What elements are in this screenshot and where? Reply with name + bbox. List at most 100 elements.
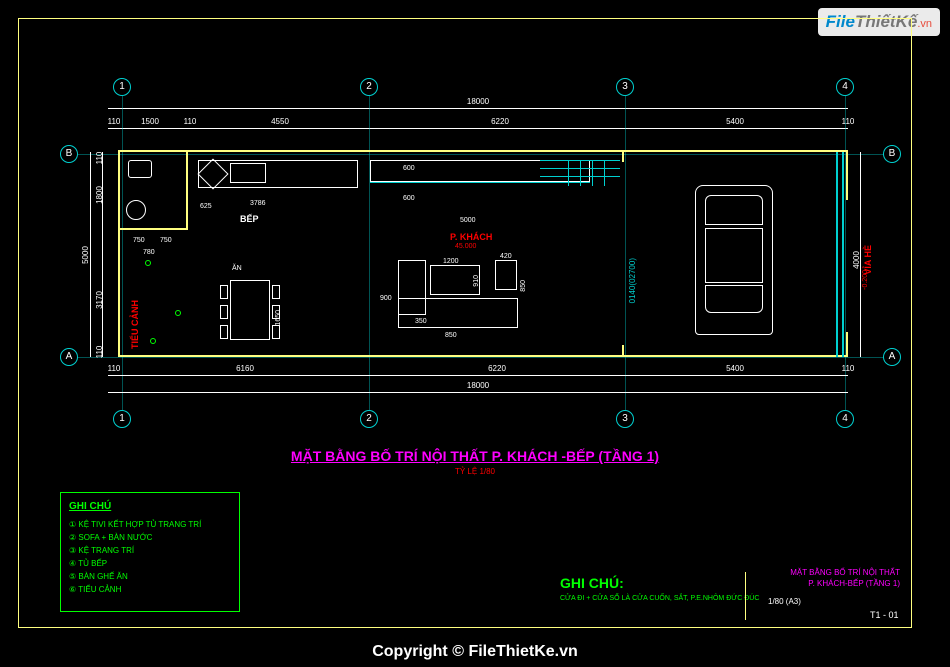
drawing-subtitle: TỶ LỆ 1/80 — [455, 467, 495, 476]
legend-box: GHI CHÚ ① KỆ TIVI KẾT HỢP TỦ TRANG TRÍ ②… — [60, 492, 240, 612]
grid-row-a-left: A — [60, 348, 78, 366]
dim-850a: 850 — [520, 280, 527, 292]
grid-col-1-top: 1 — [113, 78, 131, 96]
dim-910: 910 — [473, 275, 480, 287]
notes-title: GHI CHÚ: — [560, 575, 624, 591]
dim-line-left — [90, 152, 91, 357]
grid-col-3-top: 3 — [616, 78, 634, 96]
wall-col3-top — [622, 150, 624, 162]
dim-350: 350 — [415, 318, 427, 325]
dim-750b: 750 — [160, 237, 172, 244]
label-an: ĂN — [232, 265, 242, 272]
dim-l-110b: 110 — [95, 346, 104, 359]
legend-item-5: ⑤ BÀN GHẾ ĂN — [69, 572, 231, 581]
dim-b-5400: 5400 — [726, 364, 744, 373]
legend-item-1: ① KỆ TIVI KẾT HỢP TỦ TRANG TRÍ — [69, 520, 231, 529]
dim-1200: 1200 — [443, 258, 459, 265]
label-khach-sub: 45.000 — [455, 243, 476, 250]
wall-partition-h — [118, 228, 188, 230]
grid-vline-3 — [625, 96, 626, 410]
dim-600b: 600 — [403, 165, 415, 172]
titleblock-line2: P. KHÁCH-BẾP (TẦNG 1) — [760, 579, 900, 588]
grid-col-4-bot: 4 — [836, 410, 854, 428]
kitchen-sink — [230, 163, 266, 183]
label-bep: BẾP — [240, 214, 259, 224]
label-khach: P. KHÁCH — [450, 232, 492, 242]
dim-750a: 750 — [133, 237, 145, 244]
dim-t-offset: 110 — [108, 117, 121, 126]
dim-total-top: 18000 — [467, 97, 489, 106]
dim-420: 420 — [500, 253, 512, 260]
dim-b-110a: 110 — [108, 364, 121, 373]
dim-b-6220: 6220 — [488, 364, 506, 373]
legend-item-6: ⑥ TIỂU CẢNH — [69, 585, 231, 594]
dim-line-top-segments — [108, 128, 848, 129]
grid-col-1-bot: 1 — [113, 410, 131, 428]
dim-0140: 0140(02700) — [628, 258, 637, 303]
notes-text: CỬA ĐI + CỬA SỔ LÀ CỬA CUỐN, SẮT, P.E.NH… — [560, 595, 759, 602]
grid-row-b-left: B — [60, 145, 78, 163]
dim-l-3170: 3170 — [95, 291, 104, 309]
stair-v1 — [568, 160, 569, 186]
stair-v3 — [592, 160, 593, 186]
grid-row-a-right: A — [883, 348, 901, 366]
grid-hline-a — [78, 357, 884, 358]
dim-5000: 5000 — [460, 217, 476, 224]
titleblock-scale: 1/80 (A3) — [768, 597, 801, 606]
wall-left — [118, 150, 120, 357]
grid-vline-4 — [845, 96, 846, 410]
dim-b-110c: 110 — [842, 364, 855, 373]
chair-3 — [220, 325, 228, 339]
dining-table — [230, 280, 270, 340]
dim-l-110a: 110 — [95, 152, 104, 165]
toilet — [128, 160, 152, 178]
dim-total-bot: 18000 — [467, 381, 489, 390]
legend-item-3: ③ KỆ TRANG TRÍ — [69, 546, 231, 555]
grid-col-3-bot: 3 — [616, 410, 634, 428]
viahe-level: -0.200 — [862, 270, 869, 290]
wall-col3-bot — [622, 345, 624, 357]
wall-top — [118, 150, 848, 152]
car-windshield — [705, 195, 763, 225]
grid-col-2-top: 2 — [360, 78, 378, 96]
dim-t-1500: 1500 — [141, 117, 159, 126]
dim-t-5400: 5400 — [726, 117, 744, 126]
wall-right-bot — [846, 332, 848, 357]
dim-t-4550: 4550 — [271, 117, 289, 126]
car-roof — [705, 228, 763, 283]
dim-line-bot-segments — [108, 375, 848, 376]
wall-partition — [186, 150, 188, 230]
grid-hline-b — [78, 154, 884, 155]
brand-tld: .vn — [917, 18, 932, 30]
legend-title: GHI CHÚ — [69, 501, 231, 512]
stair-v4 — [604, 160, 605, 186]
car-rear — [705, 285, 763, 313]
legend-item-2: ② SOFA + BÀN NƯỚC — [69, 533, 231, 542]
titleblock-divider — [745, 572, 746, 620]
front-line-2 — [842, 152, 844, 357]
dim-t-6220: 6220 — [491, 117, 509, 126]
chair-6 — [272, 325, 280, 339]
dim-b-6160: 6160 — [236, 364, 254, 373]
label-tieucanh: TIỂU CẢNH — [130, 300, 140, 349]
chair-4 — [272, 285, 280, 299]
dim-l-1800: 1800 — [95, 186, 104, 204]
tv-unit-line — [370, 182, 590, 183]
grid-vline-2 — [369, 96, 370, 410]
plant-1 — [145, 260, 151, 266]
dim-850b: 850 — [445, 332, 457, 339]
grid-col-4-top: 4 — [836, 78, 854, 96]
dim-line-bot-total — [108, 392, 848, 393]
chair-2 — [220, 305, 228, 319]
titleblock-sheet: T1 - 01 — [870, 610, 899, 620]
legend-item-4: ④ TỦ BẾP — [69, 559, 231, 568]
wall-right-top — [846, 150, 848, 200]
dim-900: 900 — [380, 295, 392, 302]
dim-780: 780 — [143, 249, 155, 256]
dim-line-top-total — [108, 108, 848, 109]
front-line-1 — [836, 152, 838, 357]
copyright-text: Copyright © FileThietKe.vn — [372, 643, 578, 661]
dim-t-110c: 110 — [842, 117, 855, 126]
plant-2 — [175, 310, 181, 316]
drawing-title: MẶT BẰNG BỐ TRÍ NỘI THẤT P. KHÁCH -BẾP (… — [291, 448, 659, 464]
